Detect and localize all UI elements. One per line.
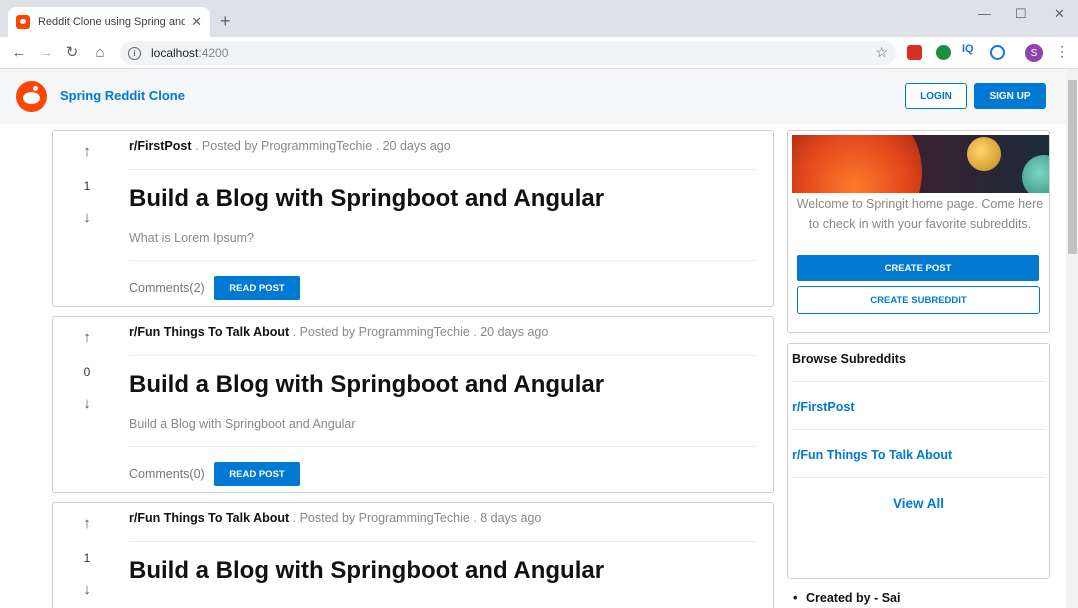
- extension-blue-icon[interactable]: [990, 45, 1005, 60]
- post-card: ↑ 1 ↓ r/Fun Things To Talk About . Poste…: [52, 502, 774, 608]
- post-card: ↑ 0 ↓ r/Fun Things To Talk About . Poste…: [52, 316, 774, 493]
- extension-iq-icon[interactable]: IQ: [962, 43, 980, 58]
- post-subreddit-link[interactable]: r/FirstPost: [129, 139, 192, 153]
- space-banner-image: [792, 135, 1049, 193]
- site-info-icon[interactable]: i: [128, 46, 141, 60]
- minimize-window-icon[interactable]: —: [978, 6, 991, 21]
- post-meta: r/FirstPost . Posted by ProgrammingTechi…: [129, 139, 451, 153]
- welcome-card: Welcome to Springit home page. Come here…: [787, 130, 1050, 333]
- divider: [792, 477, 1046, 478]
- browser-tab[interactable]: Reddit Clone using Spring and A ✕: [8, 7, 210, 37]
- created-by-text: Created by - Sai: [793, 591, 901, 605]
- scrollbar-thumb[interactable]: [1068, 80, 1077, 254]
- view-all-link[interactable]: View All: [788, 496, 1049, 511]
- downvote-arrow-icon[interactable]: ↓: [77, 395, 97, 412]
- divider: [792, 381, 1046, 382]
- post-author-info: . Posted by ProgrammingTechie . 20 days …: [289, 325, 549, 339]
- upvote-arrow-icon[interactable]: ↑: [77, 329, 97, 346]
- close-tab-icon[interactable]: ✕: [191, 14, 202, 30]
- post-author-info: . Posted by ProgrammingTechie . 20 days …: [191, 139, 451, 153]
- downvote-arrow-icon[interactable]: ↓: [77, 581, 97, 598]
- signup-button[interactable]: SIGN UP: [974, 83, 1046, 109]
- forward-arrow-icon[interactable]: →: [37, 43, 55, 63]
- brand-name[interactable]: Spring Reddit Clone: [60, 88, 185, 103]
- post-subreddit-link[interactable]: r/Fun Things To Talk About: [129, 511, 289, 525]
- post-body: Build a Blog with Springboot and Angular: [129, 417, 356, 431]
- vote-count: 0: [83, 365, 91, 379]
- downvote-arrow-icon[interactable]: ↓: [77, 209, 97, 226]
- vote-count: 1: [83, 179, 91, 193]
- create-subreddit-button[interactable]: CREATE SUBREDDIT: [797, 286, 1040, 314]
- extension-green-icon[interactable]: [936, 45, 951, 60]
- home-icon[interactable]: ⌂: [91, 43, 109, 63]
- comments-link[interactable]: Comments(0): [129, 467, 205, 481]
- divider: [129, 446, 757, 447]
- address-bar[interactable]: i localhost:4200 ☆: [120, 41, 896, 65]
- create-post-button[interactable]: CREATE POST: [797, 255, 1039, 281]
- profile-avatar[interactable]: S: [1025, 44, 1043, 62]
- login-button[interactable]: LOGIN: [905, 83, 967, 109]
- reddit-logo-icon[interactable]: [16, 81, 47, 112]
- back-arrow-icon[interactable]: ←: [10, 43, 28, 63]
- divider: [792, 429, 1046, 430]
- reload-icon[interactable]: ↻: [63, 43, 81, 63]
- url-text: localhost:4200: [151, 46, 229, 60]
- new-tab-button[interactable]: +: [220, 11, 231, 31]
- tab-title: Reddit Clone using Spring and A: [38, 16, 186, 28]
- post-body: What is Lorem Ipsum?: [129, 231, 255, 245]
- comments-link[interactable]: Comments(2): [129, 281, 205, 295]
- browser-menu-icon[interactable]: ⋮: [1055, 43, 1069, 60]
- read-post-button[interactable]: READ POST: [214, 276, 300, 300]
- browser-tab-strip: Reddit Clone using Spring and A ✕ + — ☐ …: [0, 0, 1078, 37]
- vote-count: 1: [83, 551, 91, 565]
- close-window-icon[interactable]: ✕: [1054, 6, 1065, 22]
- post-meta: r/Fun Things To Talk About . Posted by P…: [129, 511, 541, 525]
- bookmark-star-icon[interactable]: ☆: [875, 44, 888, 61]
- post-meta: r/Fun Things To Talk About . Posted by P…: [129, 325, 548, 339]
- subreddit-link[interactable]: r/FirstPost: [792, 400, 855, 414]
- post-card: ↑ 1 ↓ r/FirstPost . Posted by Programmin…: [52, 130, 774, 307]
- post-author-info: . Posted by ProgrammingTechie . 8 days a…: [289, 511, 542, 525]
- divider: [129, 541, 757, 542]
- browse-subreddits-title: Browse Subreddits: [792, 352, 906, 366]
- browse-subreddits-card: Browse Subreddits r/FirstPost r/Fun Thin…: [787, 343, 1050, 579]
- read-post-button[interactable]: READ POST: [214, 462, 300, 486]
- post-subreddit-link[interactable]: r/Fun Things To Talk About: [129, 325, 289, 339]
- reddit-favicon-icon: [16, 15, 30, 29]
- welcome-text: Welcome to Springit home page. Come here…: [796, 197, 1044, 231]
- post-title[interactable]: Build a Blog with Springboot and Angular: [129, 371, 604, 399]
- divider: [129, 169, 757, 170]
- maximize-window-icon[interactable]: ☐: [1015, 6, 1027, 22]
- browser-toolbar: ← → ↻ ⌂ i localhost:4200 ☆ IQ S ⋮: [0, 37, 1078, 69]
- subreddit-link[interactable]: r/Fun Things To Talk About: [792, 448, 952, 462]
- divider: [129, 260, 757, 261]
- post-title[interactable]: Build a Blog with Springboot and Angular: [129, 557, 604, 585]
- extension-red-icon[interactable]: [907, 45, 922, 60]
- divider: [129, 355, 757, 356]
- upvote-arrow-icon[interactable]: ↑: [77, 515, 97, 532]
- upvote-arrow-icon[interactable]: ↑: [77, 143, 97, 160]
- post-title[interactable]: Build a Blog with Springboot and Angular: [129, 185, 604, 213]
